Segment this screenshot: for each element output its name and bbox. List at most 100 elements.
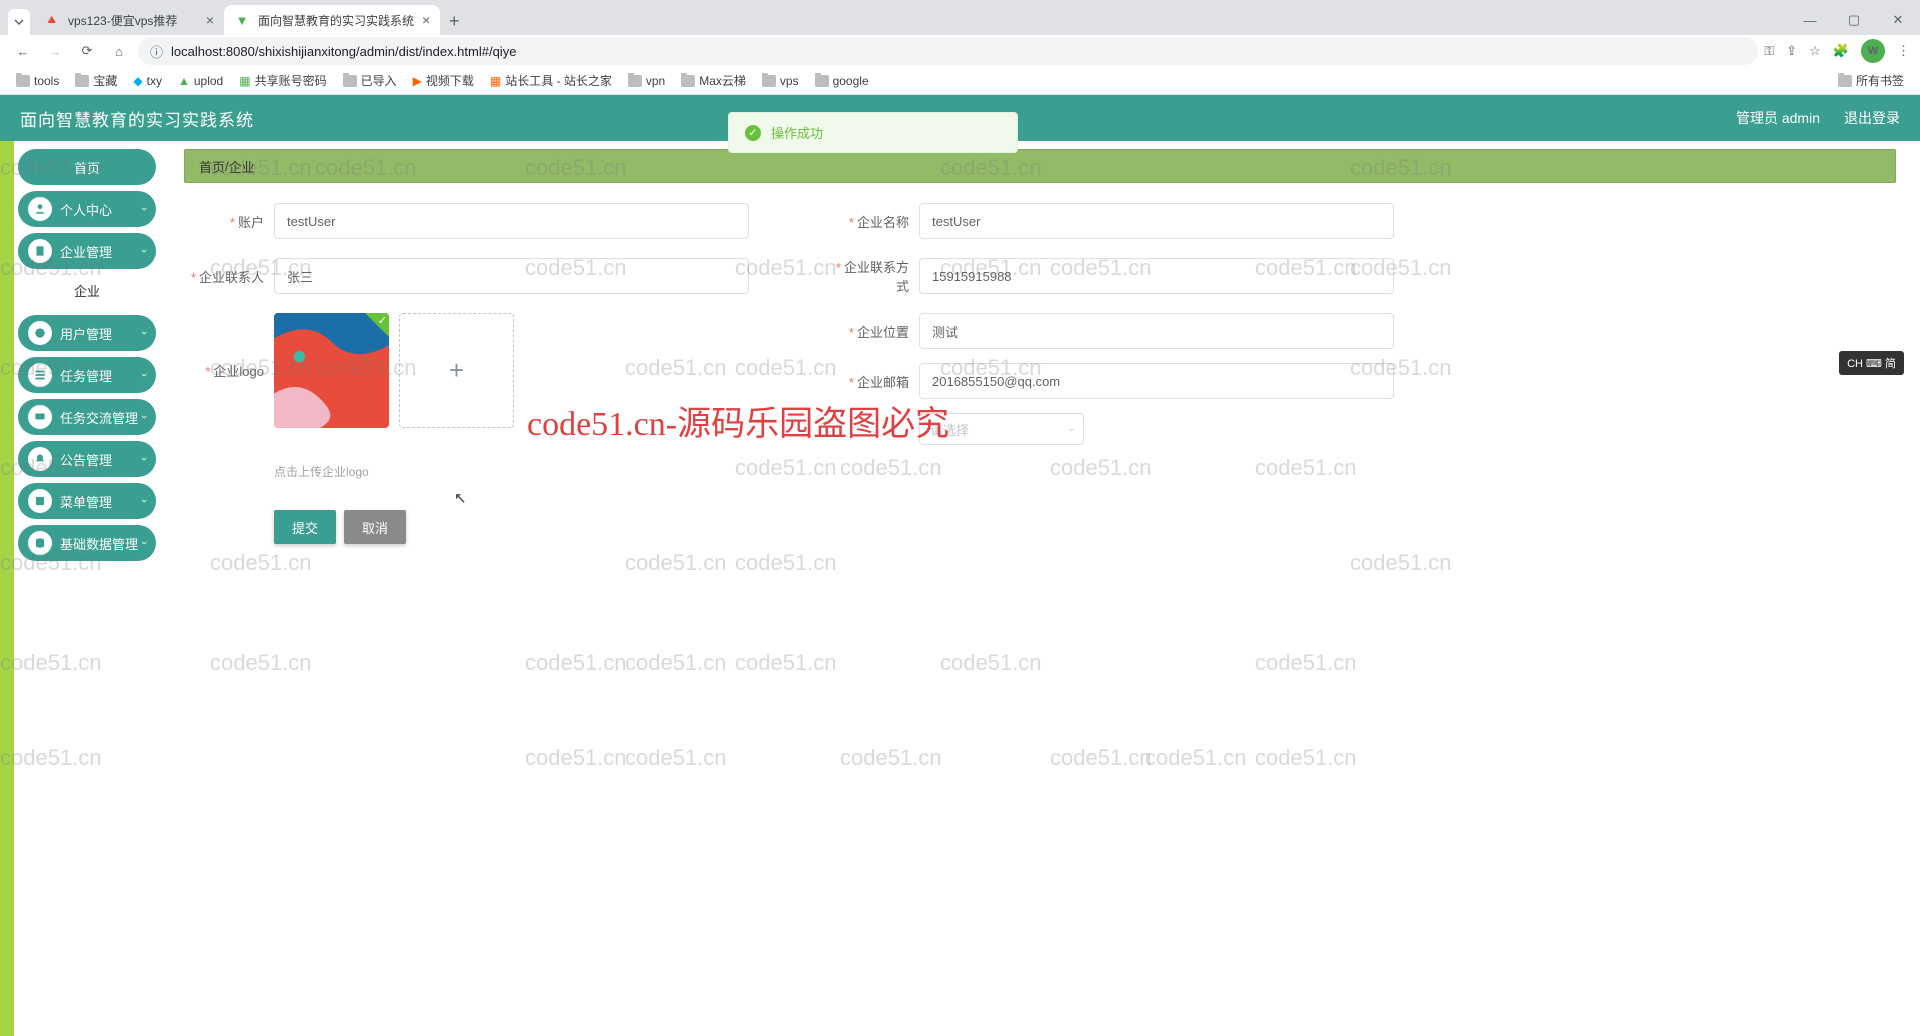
main-content: 首页 / 企业 *账户 *企业名称 *企业联系人 <box>160 141 1920 1036</box>
chevron-down-icon: › <box>138 499 150 503</box>
bell-icon <box>28 447 52 471</box>
reload-button[interactable]: ⟳ <box>74 38 100 64</box>
sidebar-item-enterprise[interactable]: 企业管理 › <box>18 233 156 269</box>
name-label: 企业名称 <box>857 215 909 230</box>
bookmark-item[interactable]: ▦站长工具 - 站长之家 <box>484 68 618 93</box>
upload-button[interactable]: + <box>399 313 514 428</box>
close-icon[interactable]: × <box>206 12 214 28</box>
folder-icon <box>75 75 89 87</box>
folder-icon <box>815 75 829 87</box>
folder-icon <box>762 75 776 87</box>
sidebar-item-tasks[interactable]: 任务管理 › <box>18 357 156 393</box>
bookmark-item[interactable]: tools <box>10 70 65 92</box>
bookmarks-bar: tools 宝藏 ◆txy ▲uplod ▦共享账号密码 已导入 ▶视频下载 ▦… <box>0 67 1920 95</box>
home-button[interactable]: ⌂ <box>106 38 132 64</box>
bookmark-item[interactable]: google <box>809 70 875 92</box>
address-bar-row: ← → ⟳ ⌂ ⓘ ⚿ ⇪ ☆ 🧩 W ⋮ <box>0 35 1920 67</box>
phone-input[interactable] <box>919 258 1394 294</box>
bookmark-item[interactable]: vpn <box>622 70 671 92</box>
email-input[interactable] <box>919 363 1394 399</box>
enterprise-form: *账户 *企业名称 *企业联系人 *企业联系方式 <box>184 183 1896 544</box>
maximize-button[interactable]: ▢ <box>1832 5 1876 35</box>
building-icon <box>28 239 52 263</box>
success-toast: ✓ 操作成功 <box>728 112 1018 153</box>
all-bookmarks-button[interactable]: 所有书签 <box>1832 68 1910 93</box>
location-input[interactable] <box>919 313 1394 349</box>
close-window-button[interactable]: ✕ <box>1876 5 1920 35</box>
watermark-big: code51.cn-源码乐园盗图必究 <box>527 396 949 445</box>
breadcrumb-home[interactable]: 首页 <box>199 157 225 176</box>
browser-tabstrip: 🔺 vps123-便宜vps推荐 × ▼ 面向智慧教育的实习实践系统 × + —… <box>0 0 1920 35</box>
tab-search-button[interactable] <box>8 9 30 35</box>
sidebar-home[interactable]: 首页 <box>18 149 156 185</box>
logo-thumbnail[interactable] <box>274 313 389 428</box>
menu-icon <box>28 489 52 513</box>
bookmark-item[interactable]: ▦共享账号密码 <box>233 68 332 93</box>
chevron-down-icon: › <box>138 541 150 545</box>
profile-avatar[interactable]: W <box>1861 39 1885 63</box>
extensions-icon[interactable]: 🧩 <box>1833 43 1849 59</box>
bookmark-item[interactable]: ▶视频下载 <box>407 68 480 93</box>
bookmark-item[interactable]: Max云梯 <box>675 68 752 93</box>
folder-icon <box>16 75 30 87</box>
cancel-button[interactable]: 取消 <box>344 510 406 544</box>
logo-label: 企业logo <box>213 364 264 379</box>
address-bar[interactable]: ⓘ <box>138 37 1758 65</box>
bookmark-item[interactable]: 已导入 <box>337 68 403 93</box>
chevron-down-icon: › <box>138 249 150 253</box>
sidebar-item-task-exchange[interactable]: 任务交流管理 › <box>18 399 156 435</box>
toast-text: 操作成功 <box>771 123 823 142</box>
bookmark-item[interactable]: vps <box>756 70 805 92</box>
sidebar-item-users[interactable]: 用户管理 › <box>18 315 156 351</box>
back-button[interactable]: ← <box>10 38 36 64</box>
minimize-button[interactable]: — <box>1788 5 1832 35</box>
sidebar-item-notice[interactable]: 公告管理 › <box>18 441 156 477</box>
sidebar-sub-enterprise[interactable]: 企业 <box>18 275 156 309</box>
folder-icon <box>1838 75 1852 87</box>
account-input[interactable] <box>274 203 749 239</box>
ime-indicator: CH ⌨ 简 <box>1839 351 1904 375</box>
breadcrumb-current: 企业 <box>229 157 255 176</box>
sidebar-item-personal[interactable]: 个人中心 › <box>18 191 156 227</box>
share-icon[interactable]: ⇪ <box>1786 43 1797 59</box>
sidebar-item-menu[interactable]: 菜单管理 › <box>18 483 156 519</box>
cursor-icon: ↖ <box>454 489 467 507</box>
breadcrumb: 首页 / 企业 <box>184 149 1896 183</box>
location-label: 企业位置 <box>857 325 909 340</box>
tab-title: vps123-便宜vps推荐 <box>68 12 198 29</box>
site-info-icon[interactable]: ⓘ <box>150 42 163 61</box>
bookmark-item[interactable]: 宝藏 <box>69 68 123 93</box>
contact-input[interactable] <box>274 258 749 294</box>
database-icon <box>28 531 52 555</box>
folder-icon <box>681 75 695 87</box>
url-input[interactable] <box>171 44 1746 59</box>
admin-label[interactable]: 管理员 admin <box>1736 108 1820 128</box>
new-tab-button[interactable]: + <box>440 7 468 35</box>
browser-tab-1[interactable]: ▼ 面向智慧教育的实习实践系统 × <box>224 5 440 35</box>
bookmark-item[interactable]: ▲uplod <box>172 70 229 92</box>
users-icon <box>28 321 52 345</box>
forward-button[interactable]: → <box>42 38 68 64</box>
check-circle-icon: ✓ <box>745 125 761 141</box>
tab-title: 面向智慧教育的实习实践系统 <box>258 12 414 29</box>
bookmark-item[interactable]: ◆txy <box>127 70 168 92</box>
password-icon[interactable]: ⚿ <box>1764 43 1774 59</box>
email-label: 企业邮箱 <box>857 375 909 390</box>
accent-strip <box>0 141 14 1036</box>
chevron-down-icon: › <box>138 457 150 461</box>
logout-link[interactable]: 退出登录 <box>1844 108 1900 128</box>
sidebar-item-basedata[interactable]: 基础数据管理 › <box>18 525 156 561</box>
chevron-down-icon: › <box>138 415 150 419</box>
name-input[interactable] <box>919 203 1394 239</box>
bookmark-star-icon[interactable]: ☆ <box>1809 43 1821 59</box>
list-icon <box>28 363 52 387</box>
account-label: 账户 <box>238 215 264 230</box>
chevron-down-icon: › <box>138 373 150 377</box>
upload-hint: 点击上传企业logo <box>274 463 1896 480</box>
browser-tab-0[interactable]: 🔺 vps123-便宜vps推荐 × <box>34 5 224 35</box>
submit-button[interactable]: 提交 <box>274 510 336 544</box>
menu-icon[interactable]: ⋮ <box>1897 43 1910 59</box>
close-icon[interactable]: × <box>422 12 430 28</box>
chevron-down-icon: › <box>1066 427 1077 430</box>
favicon-icon: ▼ <box>234 12 250 28</box>
